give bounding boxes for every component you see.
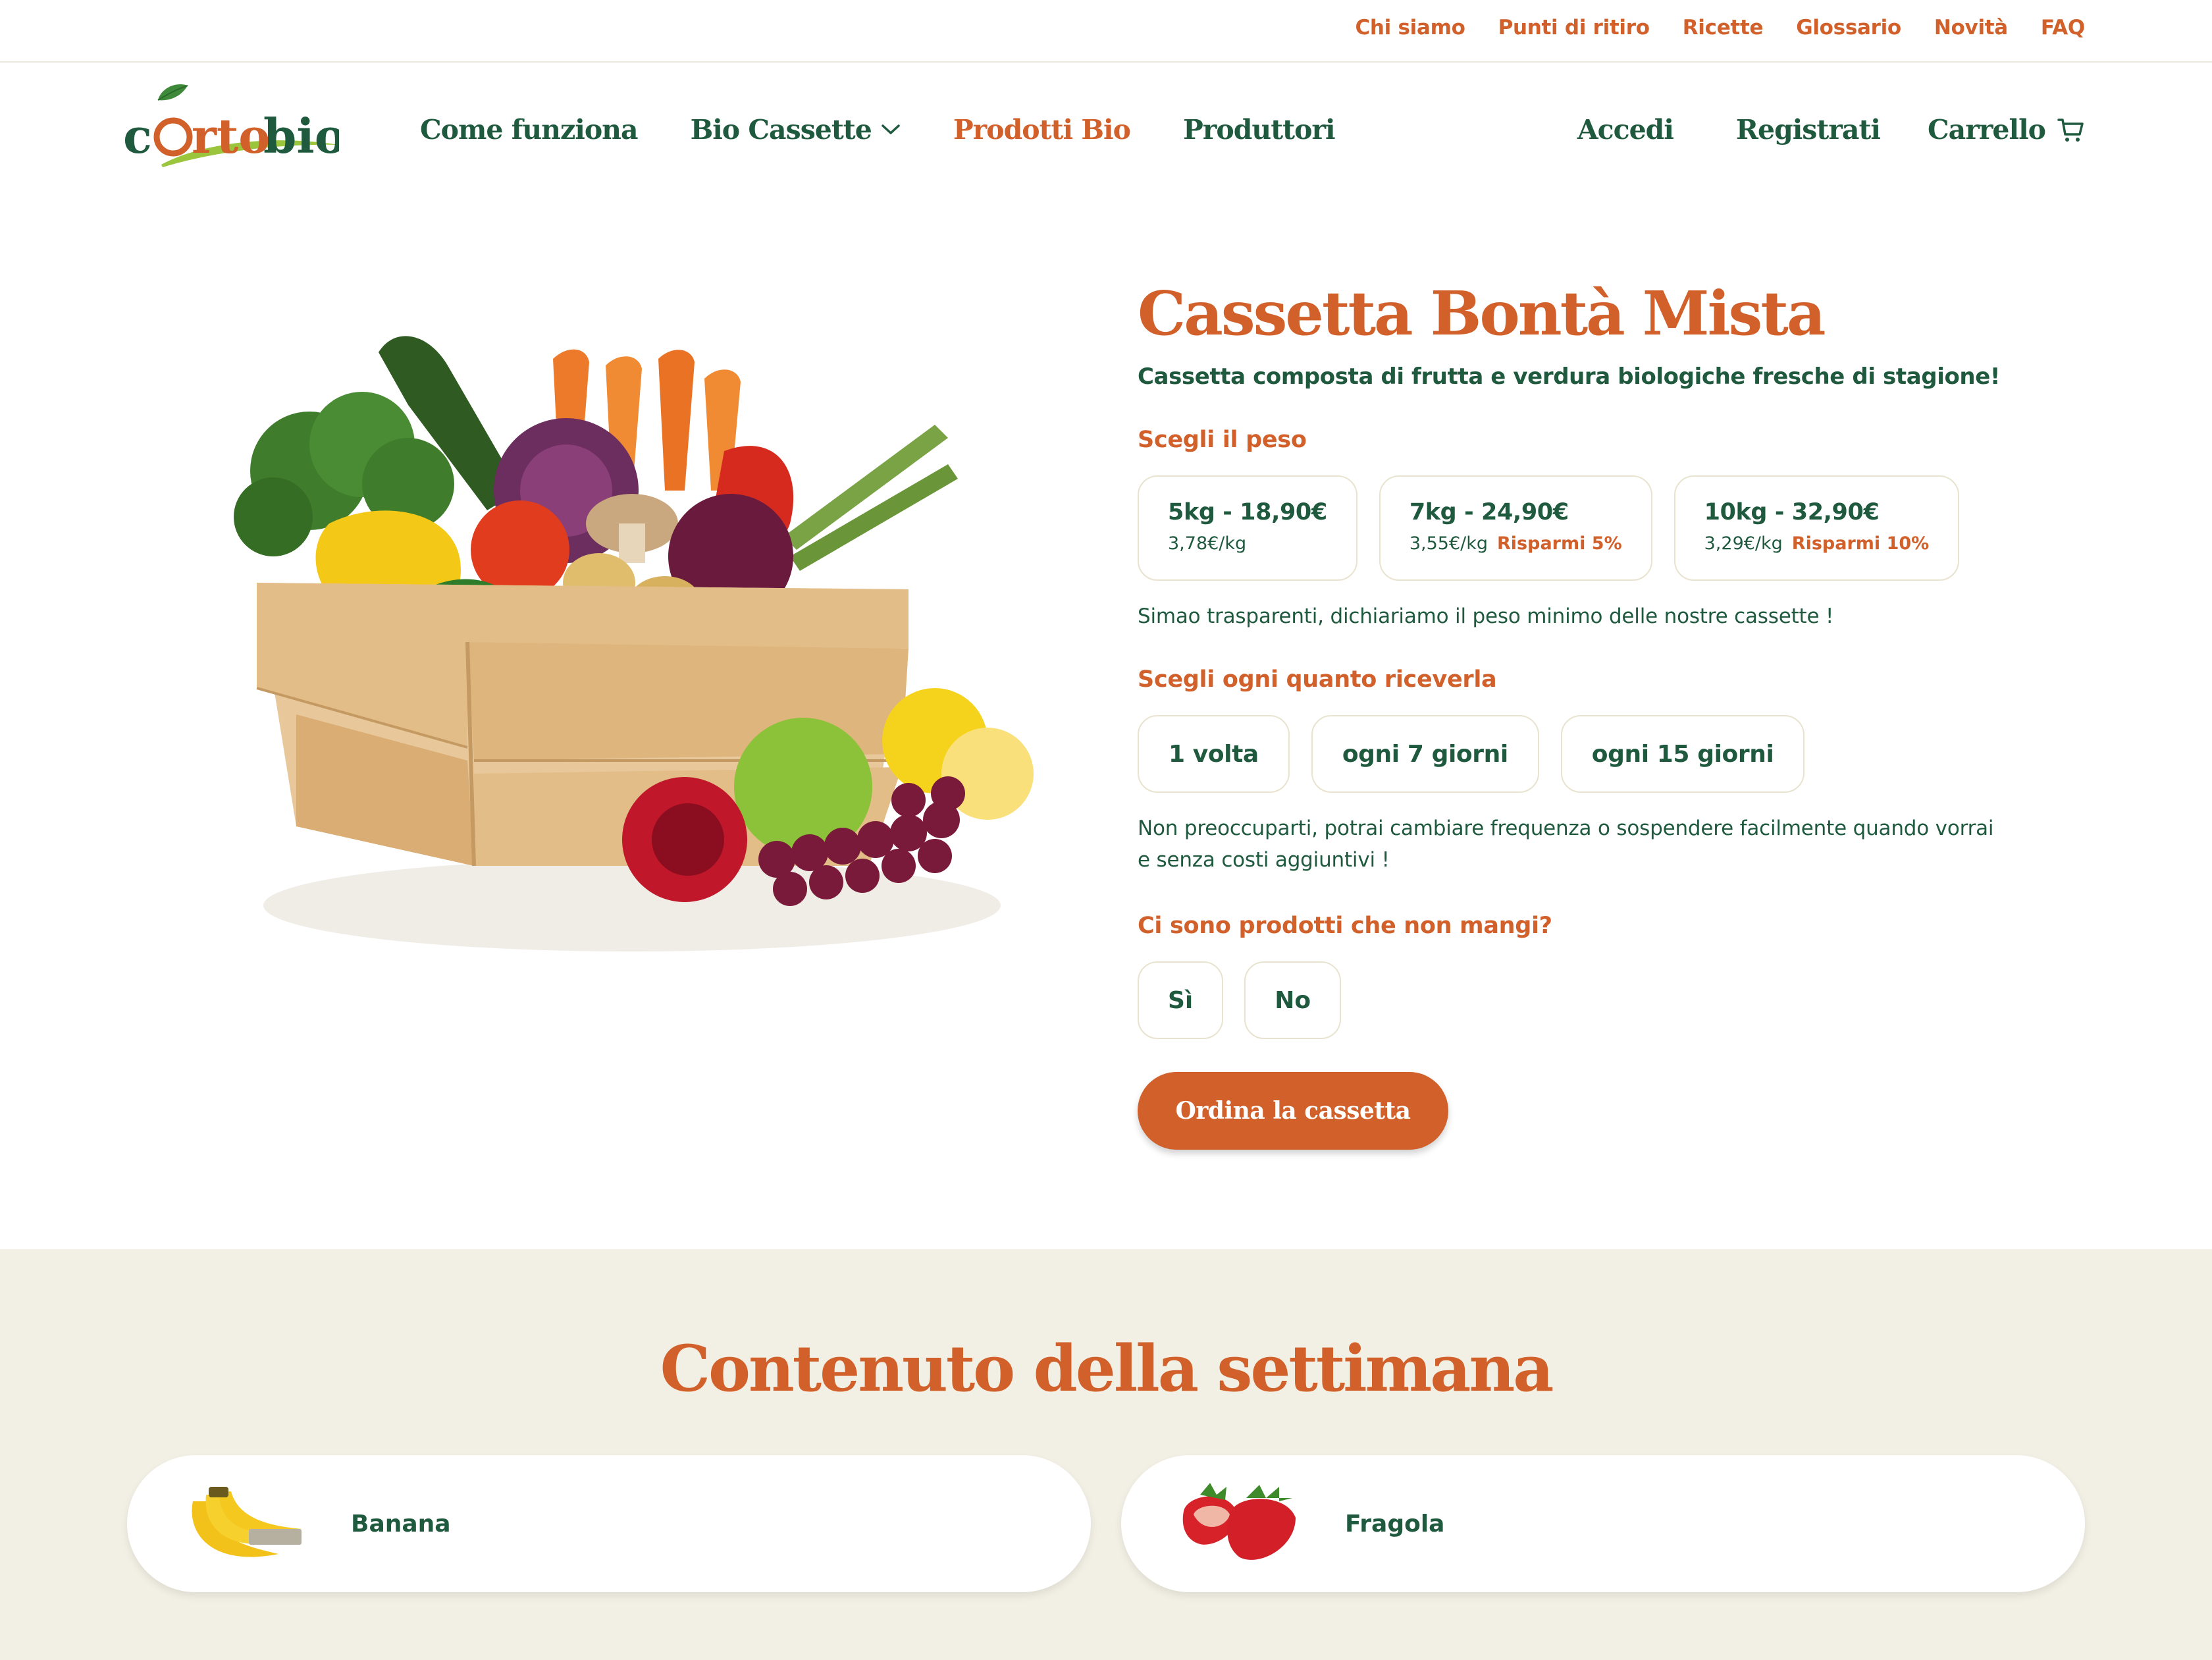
weekly-item-name: Fragola	[1345, 1510, 1445, 1538]
order-crate-button[interactable]: Ordina la cassetta	[1138, 1072, 1448, 1150]
main-navigation: c rto bio Come funziona Bio Cassette Pro…	[0, 64, 2212, 202]
chevron-down-icon	[882, 124, 900, 134]
nav-carrello[interactable]: Carrello	[1928, 114, 2085, 146]
banana-icon	[192, 1487, 302, 1557]
logo-graphic: c rto bio	[123, 84, 346, 167]
nav-registrati[interactable]: Registrati	[1735, 114, 1881, 146]
exclusions-no-button[interactable]: No	[1244, 961, 1342, 1039]
exclusions-section-label: Ci sono prodotti che non mangi?	[1138, 913, 1552, 939]
banana-image	[180, 1475, 311, 1574]
svg-text:rto: rto	[192, 108, 270, 164]
weight-option-per-kg: 3,29€/kg Risparmi 10%	[1704, 533, 1930, 554]
cart-icon	[2057, 119, 2084, 142]
svg-text:c: c	[123, 108, 152, 164]
weight-option-price: 10kg - 32,90€	[1704, 499, 1880, 525]
savings-badge: Risparmi 5%	[1497, 533, 1622, 554]
weight-option-price: 7kg - 24,90€	[1409, 499, 1569, 525]
frequency-section-label: Scegli ogni quanto riceverla	[1138, 666, 1497, 693]
ortobio-logo[interactable]: c rto bio	[122, 80, 346, 179]
link-glossario[interactable]: Glossario	[1796, 16, 1901, 40]
nav-bio-cassette-label: Bio Cassette	[690, 114, 872, 146]
weekly-content-section: Contenuto della settimana Banana Fragola	[0, 1249, 2212, 1660]
strawberry-image	[1174, 1475, 1305, 1574]
account-menu: Accedi Registrati Carrello	[1577, 114, 2085, 146]
weekly-item-card[interactable]: Banana	[127, 1455, 1091, 1592]
weight-option-per-kg: 3,55€/kg Risparmi 5%	[1409, 533, 1622, 554]
nav-bio-cassette[interactable]: Bio Cassette	[691, 114, 901, 146]
top-links: Chi siamo Punti di ritiro Ricette Glossa…	[1355, 16, 2085, 40]
product-subtitle: Cassetta composta di frutta e verdura bi…	[1138, 363, 2000, 390]
weekly-items-list: Banana Fragola	[127, 1455, 2085, 1592]
product-image-crate	[211, 273, 1053, 998]
link-faq[interactable]: FAQ	[2041, 16, 2085, 40]
exclusions-options: Sì No	[1138, 961, 2059, 1039]
nav-prodotti-bio[interactable]: Prodotti Bio	[953, 114, 1131, 146]
frequency-note-line-1: Non preoccuparti, potrai cambiare freque…	[1138, 817, 1994, 840]
nav-registrati-label: Registrati	[1735, 114, 1881, 146]
nav-carrello-label: Carrello	[1928, 114, 2046, 146]
top-utility-bar: Chi siamo Punti di ritiro Ricette Glossa…	[0, 0, 2212, 63]
frequency-option-15-days[interactable]: ogni 15 giorni	[1560, 715, 1805, 793]
weight-section-label: Scegli il peso	[1138, 427, 1307, 453]
weight-note: Simao trasparenti, dichiariamo il peso m…	[1138, 604, 1834, 628]
link-novita[interactable]: Novità	[1934, 16, 2008, 40]
nav-produttori-label: Produttori	[1182, 114, 1336, 146]
exclusions-yes-button[interactable]: Sì	[1138, 961, 1224, 1039]
link-punti-di-ritiro[interactable]: Punti di ritiro	[1498, 16, 1650, 40]
weight-option-10kg[interactable]: 10kg - 32,90€ 3,29€/kg Risparmi 10%	[1673, 475, 1960, 581]
link-ricette[interactable]: Ricette	[1683, 16, 1764, 40]
product-title: Cassetta Bontà Mista	[1138, 278, 1826, 349]
nav-come-funziona-label: Come funziona	[420, 114, 639, 146]
crate-illustration	[234, 336, 1034, 951]
frequency-note: Non preoccuparti, potrai cambiare freque…	[1138, 813, 2059, 876]
svg-text:bio: bio	[263, 108, 339, 164]
weight-option-5kg[interactable]: 5kg - 18,90€ 3,78€/kg	[1138, 475, 1357, 581]
nav-come-funziona[interactable]: Come funziona	[420, 114, 639, 146]
nav-accedi[interactable]: Accedi	[1577, 114, 1674, 146]
savings-badge: Risparmi 10%	[1791, 533, 1930, 554]
nav-prodotti-bio-label: Prodotti Bio	[953, 114, 1131, 146]
frequency-option-once[interactable]: 1 volta	[1138, 715, 1290, 793]
weight-option-per-kg: 3,78€/kg	[1168, 533, 1327, 554]
frequency-option-7-days[interactable]: ogni 7 giorni	[1311, 715, 1539, 793]
weight-option-price: 5kg - 18,90€	[1168, 499, 1327, 525]
per-kg-price: 3,55€/kg	[1409, 533, 1488, 554]
product-configurator: Cassetta Bontà Mista Cassetta composta d…	[1138, 283, 2059, 1150]
link-chi-siamo[interactable]: Chi siamo	[1355, 16, 1465, 40]
strawberry-icon	[1182, 1483, 1296, 1560]
frequency-options: 1 volta ogni 7 giorni ogni 15 giorni	[1138, 715, 2059, 793]
weekly-item-name: Banana	[351, 1510, 451, 1538]
per-kg-price: 3,78€/kg	[1168, 533, 1247, 554]
nav-accedi-label: Accedi	[1577, 114, 1674, 146]
nav-produttori[interactable]: Produttori	[1182, 114, 1336, 146]
frequency-note-line-2: e senza costi aggiuntivi !	[1138, 848, 1390, 872]
weight-option-7kg[interactable]: 7kg - 24,90€ 3,55€/kg Risparmi 5%	[1379, 475, 1652, 581]
weight-options: 5kg - 18,90€ 3,78€/kg 7kg - 24,90€ 3,55€…	[1138, 475, 2059, 581]
weekly-item-card[interactable]: Fragola	[1121, 1455, 2085, 1592]
primary-menu: Come funziona Bio Cassette Prodotti Bio …	[420, 114, 1336, 146]
weekly-content-title: Contenuto della settimana	[660, 1331, 1554, 1406]
per-kg-price: 3,29€/kg	[1704, 533, 1783, 554]
